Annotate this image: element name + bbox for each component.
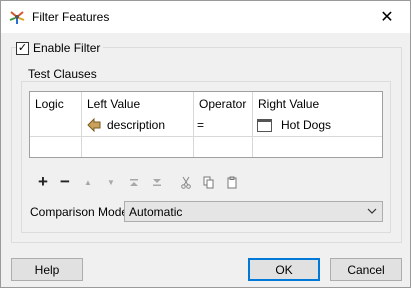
paste-icon — [227, 176, 237, 188]
window-title: Filter Features — [32, 10, 110, 24]
text-value-icon — [257, 118, 272, 132]
enable-filter-label: Enable Filter — [33, 41, 101, 55]
move-down-icon: ▼ — [107, 177, 115, 187]
comparison-mode-label: Comparison Mode: — [30, 205, 132, 219]
move-up-icon: ▲ — [84, 177, 92, 187]
ok-button[interactable]: OK — [248, 258, 320, 281]
move-to-top-button[interactable] — [124, 173, 144, 191]
move-down-button[interactable]: ▼ — [101, 173, 121, 191]
minus-icon: − — [60, 172, 70, 191]
move-up-button[interactable]: ▲ — [78, 173, 98, 191]
column-header-logic[interactable]: Logic — [35, 96, 64, 112]
row-operator-cell[interactable]: = — [197, 117, 204, 133]
chevron-down-icon — [367, 208, 377, 214]
left-value-text: description — [107, 118, 166, 132]
right-value-text: Hot Dogs — [281, 118, 332, 132]
checkbox-icon[interactable]: ✓ — [16, 41, 29, 55]
move-to-top-icon — [130, 178, 138, 186]
column-header-operator[interactable]: Operator — [199, 96, 246, 112]
test-clauses-table[interactable]: Logic Left Value Operator Right Value de… — [29, 91, 383, 158]
cut-button[interactable] — [176, 173, 196, 191]
column-header-left-value[interactable]: Left Value — [87, 96, 140, 112]
filter-features-dialog: Filter Features ✕ ✓ Enable Filter Test C… — [0, 0, 411, 288]
paste-button[interactable] — [222, 173, 242, 191]
move-to-bottom-icon — [153, 178, 161, 186]
test-clauses-label: Test Clauses — [26, 67, 100, 81]
copy-button[interactable] — [199, 173, 219, 191]
remove-clause-button[interactable]: − — [55, 172, 75, 191]
attribute-arrow-icon — [87, 118, 101, 132]
move-to-bottom-button[interactable] — [147, 173, 167, 191]
copy-icon — [203, 176, 214, 188]
column-header-right-value[interactable]: Right Value — [258, 96, 319, 112]
cut-icon — [181, 176, 191, 189]
add-clause-button[interactable]: + — [33, 172, 53, 191]
close-icon: ✕ — [380, 9, 394, 26]
title-bar[interactable]: Filter Features ✕ — [1, 1, 410, 33]
fme-workbench-icon — [9, 11, 25, 24]
check-mark-icon: ✓ — [17, 41, 28, 54]
cancel-button[interactable]: Cancel — [330, 258, 402, 281]
close-button[interactable]: ✕ — [364, 1, 410, 33]
plus-icon: + — [38, 172, 48, 191]
row-divider — [30, 136, 382, 137]
enable-filter-checkbox[interactable]: ✓ Enable Filter — [16, 40, 104, 56]
comparison-mode-value: Automatic — [129, 204, 183, 219]
row-right-value-cell[interactable]: Hot Dogs — [257, 117, 331, 133]
row-left-value-cell[interactable]: description — [87, 117, 165, 133]
comparison-mode-select[interactable]: Automatic — [124, 201, 383, 222]
help-button[interactable]: Help — [11, 258, 83, 281]
